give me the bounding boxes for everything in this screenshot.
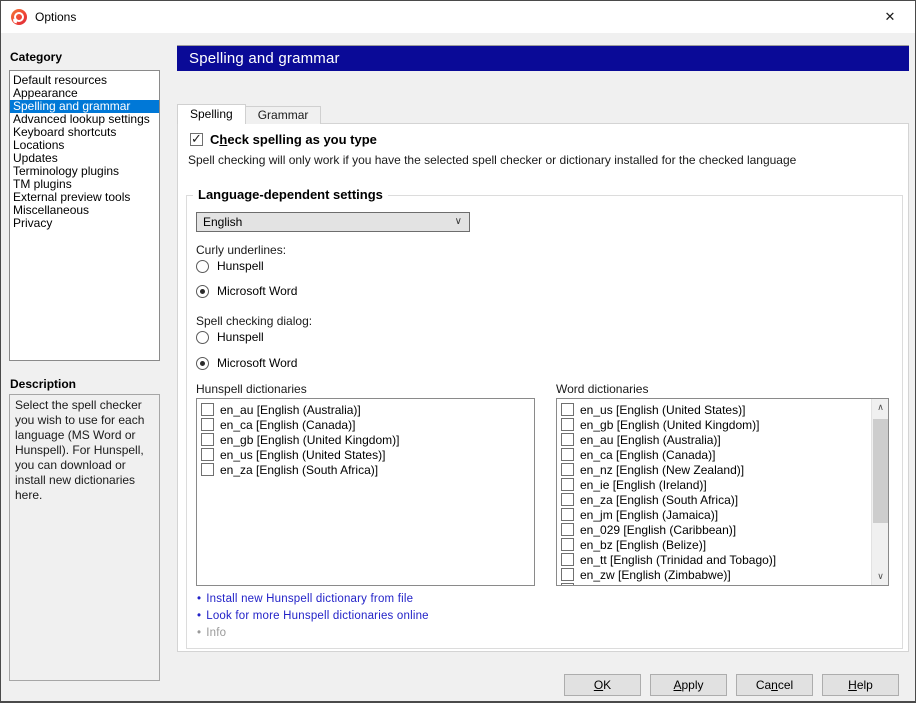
dictionary-list-item[interactable]: en_au [English (Australia)] (557, 432, 871, 447)
dictionary-list-item[interactable]: en_ca [English (Canada)] (197, 417, 534, 432)
dictionary-checkbox[interactable] (561, 478, 574, 491)
radio-dialog-msword[interactable] (196, 357, 209, 370)
bullet-icon: • (197, 627, 201, 639)
chevron-down-icon: ∨ (455, 213, 462, 231)
info-link-row: • Info (197, 627, 226, 639)
ok-button[interactable]: OK (564, 674, 641, 696)
dictionary-list-item[interactable]: en_gb [English (United Kingdom)] (557, 417, 871, 432)
dictionary-checkbox[interactable] (561, 508, 574, 521)
spell-dialog-label: Spell checking dialog: (196, 314, 312, 328)
dictionary-checkbox[interactable] (201, 463, 214, 476)
dialog-hunspell-option[interactable]: Hunspell (196, 330, 264, 344)
dictionary-list-item[interactable]: en_gb [English (United Kingdom)] (197, 432, 534, 447)
dictionary-checkbox[interactable] (561, 553, 574, 566)
close-icon[interactable]: ✕ (869, 1, 911, 33)
dictionary-checkbox[interactable] (561, 463, 574, 476)
tab-spelling[interactable]: Spelling (177, 104, 246, 124)
tab-grammar[interactable]: Grammar (246, 106, 322, 124)
scroll-up-icon[interactable]: ∧ (872, 399, 889, 416)
dictionary-list-item[interactable]: en_nz [English (New Zealand)] (557, 462, 871, 477)
dictionary-list-item[interactable]: en_ca [English (Canada)] (557, 447, 871, 462)
info-link: Info (206, 627, 226, 639)
scroll-down-icon[interactable]: ∨ (872, 568, 889, 585)
dictionary-checkbox[interactable] (561, 418, 574, 431)
dictionary-checkbox[interactable] (561, 523, 574, 536)
radio-curly-hunspell[interactable] (196, 260, 209, 273)
dictionary-list-item[interactable]: en_za [English (South Africa)] (197, 462, 534, 477)
window-title: Options (35, 1, 76, 33)
dictionary-checkbox[interactable] (561, 568, 574, 581)
curly-hunspell-option[interactable]: Hunspell (196, 259, 264, 273)
title-bar: Options ✕ (1, 1, 915, 33)
page-header: Spelling and grammar (177, 45, 909, 71)
dictionary-list-item[interactable]: en_bz [English (Belize)] (557, 537, 871, 552)
dictionary-checkbox[interactable] (201, 403, 214, 416)
dictionary-list-item[interactable]: en_ph [English (Philippines)] (557, 582, 871, 586)
app-logo-icon (11, 9, 27, 25)
page-title: Spelling and grammar (177, 46, 909, 71)
word-list-scrollbar[interactable]: ∧ ∨ (871, 399, 888, 585)
dictionary-checkbox[interactable] (201, 448, 214, 461)
dictionary-list-item[interactable]: en_us [English (United States)] (557, 402, 871, 417)
dictionary-list-item[interactable]: en_tt [English (Trinidad and Tobago)] (557, 552, 871, 567)
dictionary-list-item[interactable]: en_au [English (Australia)] (197, 402, 534, 417)
language-select[interactable]: English ∨ (196, 212, 470, 232)
description-heading: Description (10, 377, 76, 391)
dictionary-list-item[interactable]: en_zw [English (Zimbabwe)] (557, 567, 871, 582)
dictionary-list-item[interactable]: en_ie [English (Ireland)] (557, 477, 871, 492)
check-icon: ✓ (191, 131, 202, 147)
hunspell-list-label: Hunspell dictionaries (196, 382, 307, 396)
dictionary-list-item[interactable]: en_jm [English (Jamaica)] (557, 507, 871, 522)
more-dictionaries-link-row: • Look for more Hunspell dictionaries onl… (197, 610, 429, 622)
spell-check-note: Spell checking will only work if you hav… (188, 153, 796, 167)
more-dictionaries-link[interactable]: Look for more Hunspell dictionaries onli… (206, 610, 429, 622)
group-title: Language-dependent settings (193, 187, 388, 202)
radio-dialog-hunspell[interactable] (196, 331, 209, 344)
dictionary-checkbox[interactable] (561, 538, 574, 551)
language-settings-group: Language-dependent settings English ∨ Cu… (186, 195, 903, 649)
curly-msword-option[interactable]: Microsoft Word (196, 284, 297, 298)
help-button[interactable]: Help (822, 674, 899, 696)
dictionary-checkbox[interactable] (201, 433, 214, 446)
word-dictionary-list[interactable]: ∧ ∨ en_us [English (United States)] en_g… (556, 398, 889, 586)
dictionary-checkbox[interactable] (561, 433, 574, 446)
spelling-tab-panel: ✓ Check spelling as you type Spell check… (177, 123, 909, 652)
dictionary-list-item[interactable]: en_029 [English (Caribbean)] (557, 522, 871, 537)
check-spelling-label: Check spelling as you type (210, 132, 377, 147)
description-box: Select the spell checker you wish to use… (9, 394, 160, 681)
curly-underlines-label: Curly underlines: (196, 243, 286, 257)
word-list-label: Word dictionaries (556, 382, 648, 396)
check-spelling-checkbox[interactable]: ✓ (190, 133, 203, 146)
dictionary-checkbox[interactable] (201, 418, 214, 431)
category-heading: Category (10, 50, 62, 64)
dictionary-list-item[interactable]: en_us [English (United States)] (197, 447, 534, 462)
apply-button[interactable]: Apply (650, 674, 727, 696)
scrollbar-thumb[interactable] (873, 419, 888, 523)
dictionary-checkbox[interactable] (561, 583, 574, 586)
check-spelling-row[interactable]: ✓ Check spelling as you type (190, 132, 377, 147)
cancel-button[interactable]: Cancel (736, 674, 813, 696)
dialog-msword-option[interactable]: Microsoft Word (196, 356, 297, 370)
hunspell-dictionary-list[interactable]: en_au [English (Australia)] en_ca [Engli… (196, 398, 535, 586)
dictionary-checkbox[interactable] (561, 448, 574, 461)
sidebar-category-item[interactable]: Privacy (10, 217, 159, 230)
dictionary-checkbox[interactable] (561, 493, 574, 506)
install-dictionary-link[interactable]: Install new Hunspell dictionary from fil… (206, 593, 413, 605)
radio-curly-msword[interactable] (196, 285, 209, 298)
dictionary-checkbox[interactable] (561, 403, 574, 416)
install-dictionary-link-row: • Install new Hunspell dictionary from fi… (197, 593, 413, 605)
language-select-value: English (203, 215, 242, 229)
tab-strip: Spelling Grammar (177, 104, 321, 124)
options-dialog: Options ✕ Category Default resources App… (0, 0, 916, 703)
category-list[interactable]: Default resources Appearance Spelling an… (9, 70, 160, 361)
dictionary-list-item[interactable]: en_za [English (South Africa)] (557, 492, 871, 507)
bullet-icon: • (197, 610, 201, 622)
bullet-icon: • (197, 593, 201, 605)
